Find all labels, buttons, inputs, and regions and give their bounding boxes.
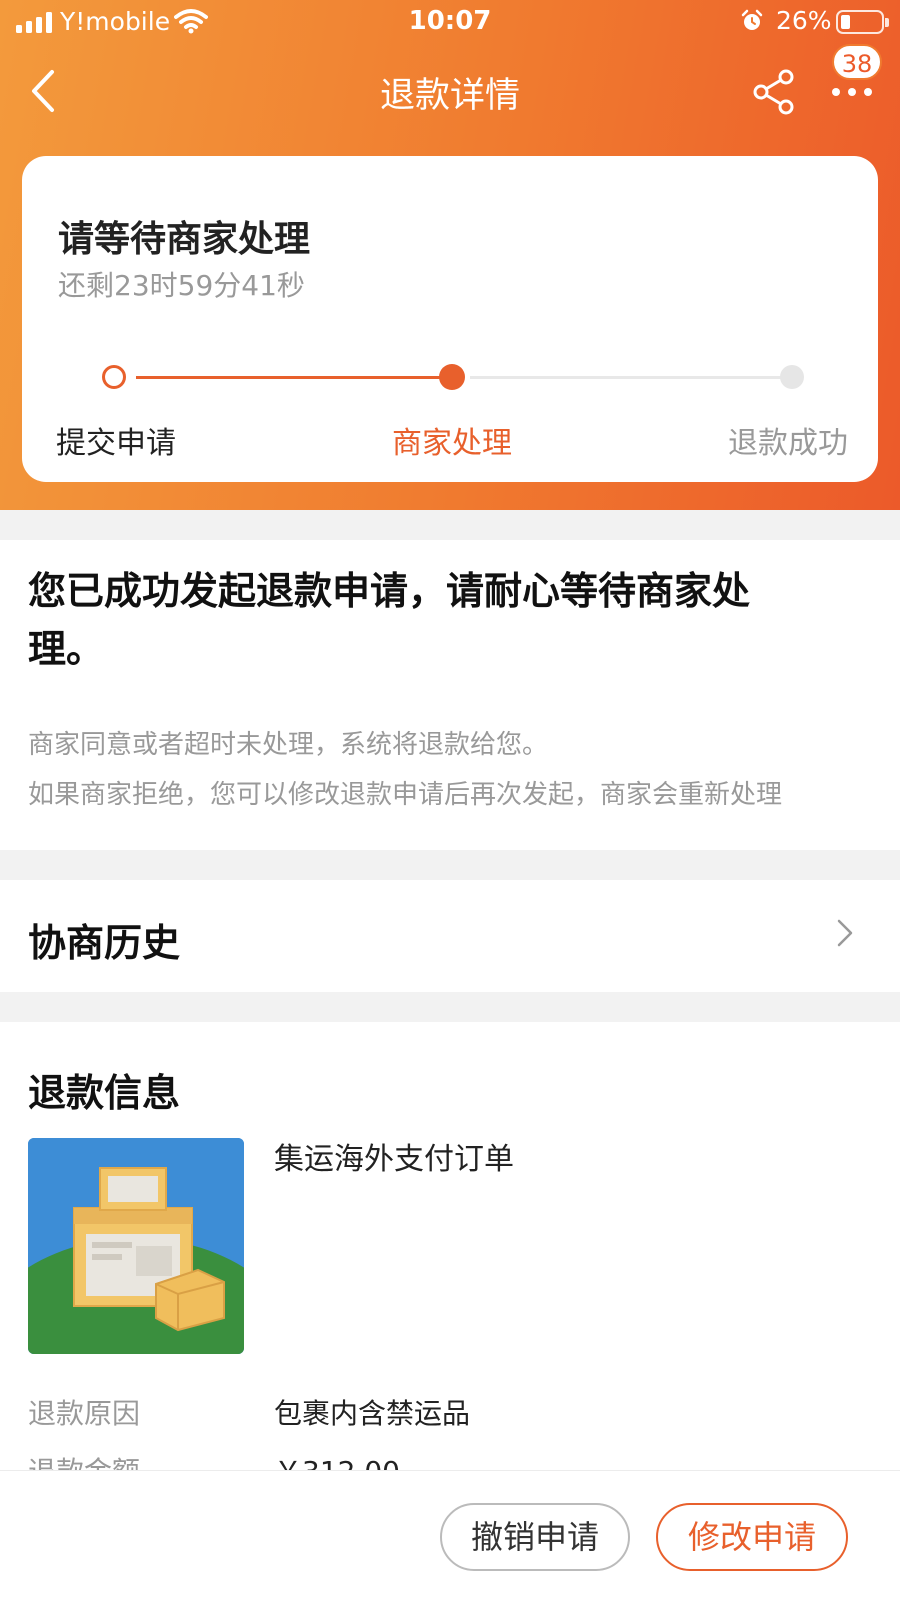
progress-line-pending xyxy=(470,376,782,379)
step-dot-submitted xyxy=(102,365,126,389)
step-dot-success xyxy=(780,365,804,389)
step-label-merchant: 商家处理 xyxy=(392,426,512,461)
more-icon xyxy=(832,88,840,96)
more-button[interactable] xyxy=(830,78,874,102)
modify-request-button[interactable]: 修改申请 xyxy=(656,1503,848,1571)
step-label-success: 退款成功 xyxy=(728,426,848,461)
share-icon xyxy=(753,69,794,115)
package-boxes-image xyxy=(28,1138,244,1354)
status-title: 请等待商家处理 xyxy=(58,219,311,260)
step-dot-merchant xyxy=(439,364,465,390)
progress-line-completed xyxy=(136,376,456,379)
bottom-action-bar: 撤销申请 修改申请 xyxy=(0,1470,900,1600)
notice-section: 您已成功发起退款申请，请耐心等待商家处理。 商家同意或者超时未处理，系统将退款给… xyxy=(0,540,900,850)
product-image[interactable] xyxy=(28,1138,244,1354)
message-count-badge: 38 xyxy=(832,44,882,80)
cancel-request-button[interactable]: 撤销申请 xyxy=(440,1503,630,1571)
history-label: 协商历史 xyxy=(28,921,181,965)
battery-percentage: 26% xyxy=(776,6,832,35)
notice-detail-2: 如果商家拒绝，您可以修改退款申请后再次发起，商家会重新处理 xyxy=(28,780,783,810)
status-bar: Y!mobile 10:07 26% xyxy=(0,0,900,46)
step-label-submitted: 提交申请 xyxy=(56,426,176,461)
chevron-right-icon xyxy=(837,919,853,947)
refund-info-title: 退款信息 xyxy=(28,1071,181,1115)
battery-icon xyxy=(836,10,889,34)
status-time: 10:07 xyxy=(408,6,492,36)
share-button[interactable] xyxy=(752,68,798,116)
notice-headline: 您已成功发起退款申请，请耐心等待商家处理。 xyxy=(28,569,751,671)
refund-reason-label: 退款原因 xyxy=(28,1397,141,1430)
product-name[interactable]: 集运海外支付订单 xyxy=(274,1134,514,1178)
refund-status-card: 请等待商家处理 还剩23时59分41秒 提交申请 商家处理 退款成功 xyxy=(22,156,878,482)
countdown-text: 还剩23时59分41秒 xyxy=(58,269,305,302)
notice-detail-1: 商家同意或者超时未处理，系统将退款给您。 xyxy=(28,730,549,760)
refund-reason-value: 包裹内含禁运品 xyxy=(274,1397,471,1430)
negotiation-history-row[interactable]: 协商历史 xyxy=(0,880,900,992)
alarm-icon xyxy=(741,9,763,30)
